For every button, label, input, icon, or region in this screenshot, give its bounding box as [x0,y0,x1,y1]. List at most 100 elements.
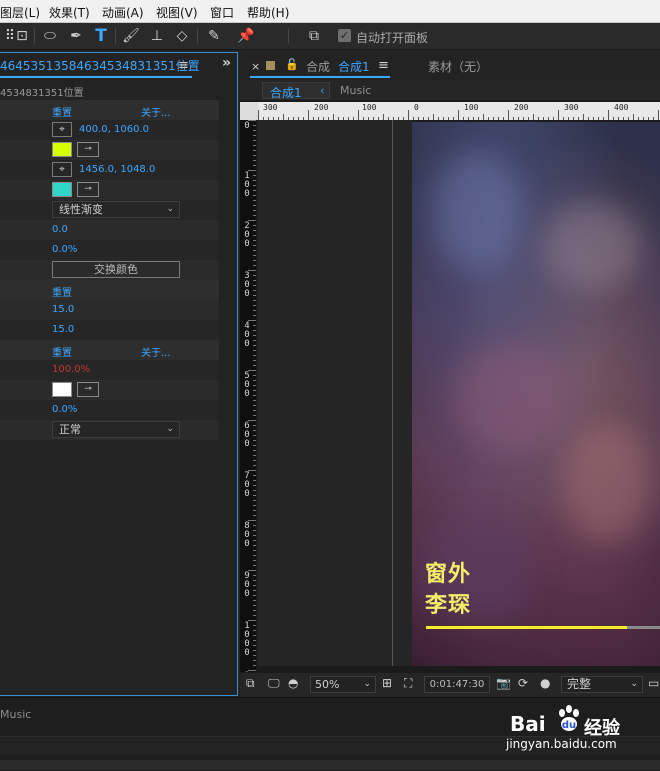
ruler-tick [253,210,256,211]
ruler-tick [253,505,256,506]
color-swatch[interactable] [52,182,72,197]
property-row: 重置 关于... [0,100,219,120]
numeric-value[interactable]: 0.0% [52,404,77,415]
more-panels-icon[interactable]: » [222,55,231,71]
ruler-tick [253,600,256,601]
lock-icon[interactable]: 🔓 [285,58,299,71]
panel-menu-icon[interactable]: ≡ [378,58,389,73]
numeric-value[interactable]: 0.0 [52,224,68,235]
ruler-tick [253,400,256,401]
camera-icon[interactable]: 📷 [496,676,511,690]
ruler-tick [413,117,414,120]
region-select-icon[interactable]: ⊡ [12,26,32,46]
dropdown-value: 线性渐变 [59,203,103,216]
composition-tab[interactable]: 合成1 [338,58,370,75]
about-link[interactable]: 关于... [141,104,171,119]
effect-controls-tab[interactable]: 46453513584634534831351位置 [0,57,200,74]
resolution-dropdown[interactable]: 完整 ⌄ [561,676,643,693]
ruler-tick [253,305,256,306]
breadcrumb-active-label[interactable]: 合成1 [270,84,302,101]
reset-link[interactable]: 重置 [52,344,72,359]
ruler-tick [253,610,256,611]
horizontal-ruler[interactable]: 300 200 100 0 100 200 300 400 [258,102,660,120]
auto-open-checkbox[interactable]: ✓ [338,29,351,42]
grid-icon[interactable]: ⊞ [382,676,392,690]
ruler-tick [253,390,256,391]
property-dropdown[interactable]: 线性渐变 ⌄ [52,201,180,218]
menu-window[interactable]: 窗口 [210,4,234,21]
ruler-label: 100 [362,103,377,112]
property-row: ⊸ [0,140,219,160]
numeric-value[interactable]: 15.0 [52,304,74,315]
color-swatch[interactable] [52,382,72,397]
ruler-tick [248,620,256,621]
eyedropper-icon[interactable]: ⊸ [77,142,99,157]
brush-tool-icon[interactable]: 🖌 [121,26,141,46]
point-value[interactable]: 400.0, 1060.0 [79,124,149,135]
ellipse-tool-icon[interactable]: ⬭ [40,26,60,46]
point-picker-icon[interactable]: ⌖ [52,162,72,177]
ruler-tick [433,114,434,120]
current-time[interactable]: 0:01:47:30 [424,676,490,693]
pen-tool-icon[interactable]: ✒ [66,26,86,46]
always-preview-icon[interactable]: ⧉ [246,676,255,691]
menu-layer[interactable]: 图层(L) [0,4,40,21]
close-icon[interactable]: × [251,60,260,73]
chevron-down-icon: ⌄ [363,679,371,689]
menu-animation[interactable]: 动画(A) [102,4,144,21]
menu-help[interactable]: 帮助(H) [247,4,289,21]
ruler-tick [613,117,614,120]
snap-icon[interactable]: ⧉ [304,26,324,46]
about-link[interactable]: 关于... [141,344,171,359]
ruler-tick [253,535,256,536]
mask-icon[interactable]: ◓ [288,676,298,690]
point-picker-icon[interactable]: ⌖ [52,122,72,137]
composition-tab-prefix: 合成 [306,60,331,74]
watermark-url: jingyan.baidu.com [506,737,617,751]
eyedropper-icon[interactable]: ⊸ [77,182,99,197]
numeric-value[interactable]: 0.0% [52,244,77,255]
vertical-ruler[interactable]: 0 1 0 0 2 0 0 3 0 0 4 0 0 5 0 0 6 0 0 7 0 0 8 0 … [240,120,256,672]
guide-line[interactable] [392,120,393,666]
ruler-tick [628,117,629,120]
menu-view[interactable]: 视图(V) [156,4,198,21]
ruler-tick [248,570,256,571]
eyedropper-icon[interactable]: ⊸ [77,382,99,397]
pasteboard [258,120,412,666]
footage-tab[interactable]: 素材（无） [428,58,488,75]
puppet-pin-icon[interactable]: 📌 [236,26,256,46]
toolbar-separator [288,28,289,44]
swap-colors-button[interactable]: 交换颜色 [52,261,180,278]
ruler-tick [253,200,256,201]
region-of-interest-icon[interactable]: ⛶ [404,676,412,691]
panel-menu-icon[interactable]: ≡ [178,58,189,73]
ruler-tick [253,395,256,396]
color-channels-icon[interactable]: ● [540,676,550,690]
ruler-tick [253,290,256,291]
chevron-down-icon: ⌄ [630,679,638,689]
reset-link[interactable]: 重置 [52,284,72,299]
breadcrumb-item-music[interactable]: Music [340,84,371,97]
type-tool-icon[interactable]: T [91,26,111,46]
roto-brush-icon[interactable]: ✎ [204,26,224,46]
property-dropdown[interactable]: 正常 ⌄ [52,421,180,438]
reset-link[interactable]: 重置 [52,104,72,119]
point-value[interactable]: 1456.0, 1048.0 [79,164,155,175]
menu-effect[interactable]: 效果(T) [49,4,90,21]
numeric-value[interactable]: 15.0 [52,324,74,335]
ruler-tick [253,190,256,191]
ruler-tick [253,245,256,246]
eraser-icon[interactable]: ◇ [172,26,192,46]
timeline-tab-music[interactable]: Music [0,708,31,721]
monitor-icon[interactable]: 🖵 [268,676,280,691]
color-swatch[interactable] [52,142,72,157]
property-row: 交换颜色 [0,260,219,280]
show-snapshot-icon[interactable]: ⟳ [518,676,528,690]
clone-stamp-icon[interactable]: ⊥ [147,26,167,46]
fast-preview-icon[interactable]: ▭ [648,676,659,690]
zoom-dropdown[interactable]: 50% ⌄ [310,676,376,693]
ruler-tick [248,520,256,521]
numeric-value[interactable]: 100.0% [52,364,90,375]
resolution-value: 完整 [567,677,592,691]
paw-logo-icon: du [559,705,579,731]
